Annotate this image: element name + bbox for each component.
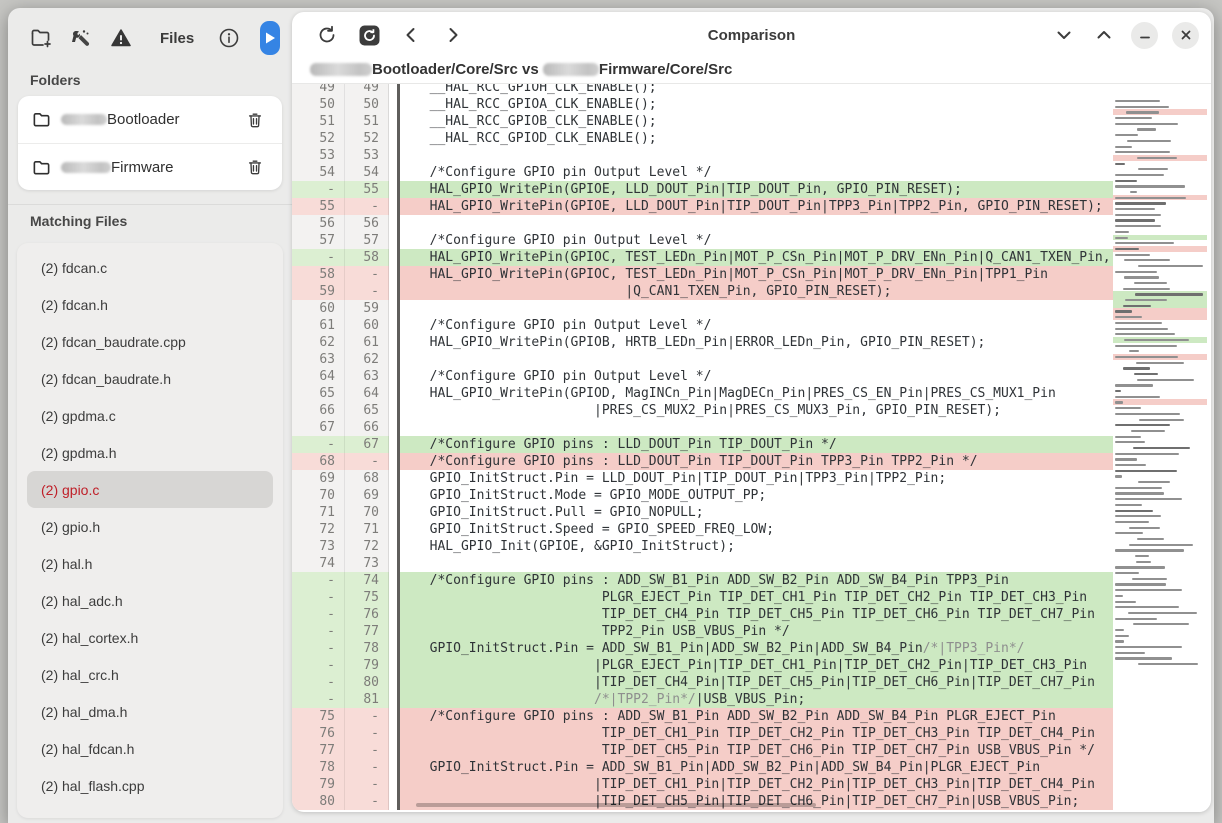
diff-line: 77- TIP_DET_CH5_Pin TIP_DET_CH6_Pin TIP_… xyxy=(292,742,1211,759)
file-item[interactable]: (2) fdcan.h xyxy=(27,286,273,323)
file-item[interactable]: (2) gpdma.h xyxy=(27,434,273,471)
diff-line: 6261 HAL_GPIO_WritePin(GPIOB, HRTB_LEDn_… xyxy=(292,334,1211,351)
files-label: Files xyxy=(160,30,194,47)
diff-line: 5252 __HAL_RCC_GPIOD_CLK_ENABLE(); xyxy=(292,130,1211,147)
next-diff-icon[interactable] xyxy=(440,22,466,48)
diff-line: 7473 xyxy=(292,555,1211,572)
diff-line: 6665 |PRES_CS_MUX2_Pin|PRES_CS_MUX3_Pin,… xyxy=(292,402,1211,419)
folder-name: Bootloader xyxy=(61,111,180,128)
sidebar: Files Folders Boo xyxy=(8,8,292,823)
diff-line: 58- HAL_GPIO_WritePin(GPIOC, TEST_LEDn_P… xyxy=(292,266,1211,283)
diff-rows: 4949 __HAL_RCC_GPIOH_CLK_ENABLE();5050 _… xyxy=(292,84,1211,810)
diff-view: 4949 __HAL_RCC_GPIOH_CLK_ENABLE();5050 _… xyxy=(292,84,1211,812)
diff-line: 5050 __HAL_RCC_GPIOA_CLK_ENABLE(); xyxy=(292,96,1211,113)
matching-files-list: (2) fdcan.c(2) fdcan.h(2) fdcan_baudrate… xyxy=(17,243,283,818)
folders-card: Bootloader Firmwa xyxy=(18,96,282,190)
chevron-down-icon[interactable] xyxy=(1051,22,1077,48)
diff-line: 6160 /*Configure GPIO pin Output Level *… xyxy=(292,317,1211,334)
file-item[interactable]: (2) hal.h xyxy=(27,545,273,582)
censored-text xyxy=(310,63,372,76)
refresh-icon[interactable] xyxy=(314,22,340,48)
diff-line: 6564 HAL_GPIO_WritePin(GPIOD, MagINCn_Pi… xyxy=(292,385,1211,402)
file-item[interactable]: (2) fdcan_baudrate.h xyxy=(27,360,273,397)
diff-line: 6968 GPIO_InitStruct.Pin = LLD_DOUT_Pin|… xyxy=(292,470,1211,487)
tools-icon[interactable] xyxy=(68,25,94,51)
new-folder-comparison-icon[interactable] xyxy=(28,25,54,51)
folder-item-firmware[interactable]: Firmware xyxy=(18,143,282,190)
diff-line: 6766 xyxy=(292,419,1211,436)
file-item[interactable]: (2) hal_fdcan.h xyxy=(27,730,273,767)
diff-line: 55- HAL_GPIO_WritePin(GPIOE, LLD_DOUT_Pi… xyxy=(292,198,1211,215)
file-item[interactable]: (2) gpio.h xyxy=(27,508,273,545)
sidebar-toolbar: Files xyxy=(8,8,292,64)
file-item[interactable]: (2) fdcan_baudrate.cpp xyxy=(27,323,273,360)
diff-line: 5757 /*Configure GPIO pin Output Level *… xyxy=(292,232,1211,249)
chevron-up-icon[interactable] xyxy=(1091,22,1117,48)
diff-line: 79- |TIP_DET_CH1_Pin|TIP_DET_CH2_Pin|TIP… xyxy=(292,776,1211,793)
diff-line: -67 /*Configure GPIO pins : LLD_DOUT_Pin… xyxy=(292,436,1211,453)
diff-line: -77 TPP2_Pin USB_VBUS_Pin */ xyxy=(292,623,1211,640)
file-item[interactable]: (2) hal_flash.cpp xyxy=(27,767,273,804)
comparison-panel: Comparison xyxy=(292,12,1211,812)
horizontal-scrollbar[interactable] xyxy=(416,803,816,807)
close-button[interactable] xyxy=(1172,22,1199,49)
file-item[interactable]: (2) fdcan.c xyxy=(27,249,273,286)
comparison-paths: Bootloader/Core/Src vs Firmware/Core/Src xyxy=(292,58,1211,84)
censored-text xyxy=(543,63,599,76)
diff-line: 5353 xyxy=(292,147,1211,164)
diff-line: 6463 /*Configure GPIO pin Output Level *… xyxy=(292,368,1211,385)
diff-line: 76- TIP_DET_CH1_Pin TIP_DET_CH2_Pin TIP_… xyxy=(292,725,1211,742)
diff-line: 7271 GPIO_InitStruct.Speed = GPIO_SPEED_… xyxy=(292,521,1211,538)
folder-name: Firmware xyxy=(61,159,174,176)
delete-folder-icon[interactable] xyxy=(242,107,268,133)
diff-line: -78 GPIO_InitStruct.Pin = ADD_SW_B1_Pin|… xyxy=(292,640,1211,657)
diff-line: 6362 xyxy=(292,351,1211,368)
file-item[interactable]: (2) hal_dma.h xyxy=(27,693,273,730)
info-icon[interactable] xyxy=(216,25,242,51)
file-item[interactable]: (2) hal_cortex.h xyxy=(27,619,273,656)
file-item[interactable]: (2) gpio.c xyxy=(27,471,273,508)
delete-folder-icon[interactable] xyxy=(242,154,268,180)
diff-line: 59- |Q_CAN1_TXEN_Pin, GPIO_PIN_RESET); xyxy=(292,283,1211,300)
diff-line: -75 PLGR_EJECT_Pin TIP_DET_CH1_Pin TIP_D… xyxy=(292,589,1211,606)
diff-line: -55 HAL_GPIO_WritePin(GPIOE, LLD_DOUT_Pi… xyxy=(292,181,1211,198)
folder-item-bootloader[interactable]: Bootloader xyxy=(18,96,282,143)
diff-line: 6059 xyxy=(292,300,1211,317)
censored-text xyxy=(61,162,111,173)
diff-line: 5656 xyxy=(292,215,1211,232)
censored-text xyxy=(61,114,107,125)
run-comparison-button[interactable] xyxy=(260,21,280,55)
diff-line: 80- |TIP_DET_CH5_Pin|TIP_DET_CH6_Pin|TIP… xyxy=(292,793,1211,810)
diff-minimap[interactable] xyxy=(1113,84,1207,812)
diff-line: -58 HAL_GPIO_WritePin(GPIOC, TEST_LEDn_P… xyxy=(292,249,1211,266)
diff-line: -81 /*|TPP2_Pin*/|USB_VBUS_Pin; xyxy=(292,691,1211,708)
diff-line: 75- /*Configure GPIO pins : ADD_SW_B1_Pi… xyxy=(292,708,1211,725)
warning-icon[interactable] xyxy=(108,25,134,51)
diff-line: 78- GPIO_InitStruct.Pin = ADD_SW_B1_Pin|… xyxy=(292,759,1211,776)
diff-line: 4949 __HAL_RCC_GPIOH_CLK_ENABLE(); xyxy=(292,84,1211,96)
minimize-button[interactable] xyxy=(1131,22,1158,49)
diff-line: 68- /*Configure GPIO pins : LLD_DOUT_Pin… xyxy=(292,453,1211,470)
app-window: Files Folders Boo xyxy=(8,8,1214,823)
diff-line: 7069 GPIO_InitStruct.Mode = GPIO_MODE_OU… xyxy=(292,487,1211,504)
diff-line: -74 /*Configure GPIO pins : ADD_SW_B1_Pi… xyxy=(292,572,1211,589)
file-item[interactable]: (2) hal_adc.h xyxy=(27,582,273,619)
swap-sync-icon[interactable] xyxy=(356,22,382,48)
diff-line: 7170 GPIO_InitStruct.Pull = GPIO_NOPULL; xyxy=(292,504,1211,521)
folder-icon xyxy=(32,110,51,129)
file-item[interactable]: (2) gpdma.c xyxy=(27,397,273,434)
folders-heading: Folders xyxy=(8,64,292,96)
matching-files-heading: Matching Files xyxy=(8,205,292,237)
diff-line: 5151 __HAL_RCC_GPIOB_CLK_ENABLE(); xyxy=(292,113,1211,130)
file-item[interactable]: (2) hal_crc.h xyxy=(27,656,273,693)
diff-line: -79 |PLGR_EJECT_Pin|TIP_DET_CH1_Pin|TIP_… xyxy=(292,657,1211,674)
comparison-header: Comparison xyxy=(292,12,1211,84)
diff-line: -76 TIP_DET_CH4_Pin TIP_DET_CH5_Pin TIP_… xyxy=(292,606,1211,623)
diff-line: 7372 HAL_GPIO_Init(GPIOE, &GPIO_InitStru… xyxy=(292,538,1211,555)
previous-diff-icon[interactable] xyxy=(398,22,424,48)
diff-line: -80 |TIP_DET_CH4_Pin|TIP_DET_CH5_Pin|TIP… xyxy=(292,674,1211,691)
diff-line: 5454 /*Configure GPIO pin Output Level *… xyxy=(292,164,1211,181)
folder-icon xyxy=(32,158,51,177)
